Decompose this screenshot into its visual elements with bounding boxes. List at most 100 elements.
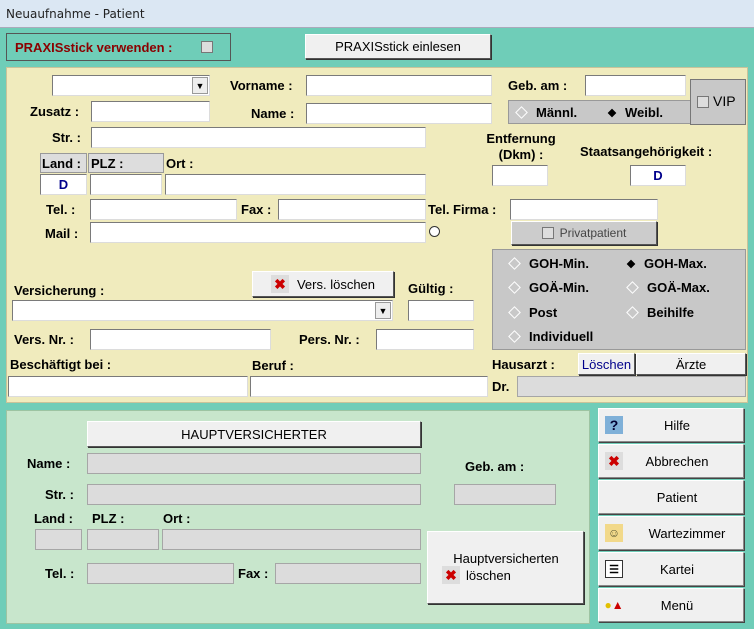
billing-option-label: GOH-Max. bbox=[644, 256, 707, 271]
hv-loeschen-line2: löschen bbox=[466, 567, 511, 583]
hausarzt-loeschen-button[interactable]: Löschen bbox=[578, 353, 635, 375]
name-input[interactable] bbox=[306, 103, 492, 124]
card-index-icon: ☰ bbox=[605, 560, 623, 578]
staat-label: Staatsangehörigkeit : bbox=[580, 144, 713, 159]
delete-x-icon: ✖ bbox=[270, 275, 289, 293]
billing-option-label: Post bbox=[529, 305, 558, 320]
hv-plz-label: PLZ : bbox=[92, 511, 125, 526]
mail-label: Mail : bbox=[45, 226, 79, 241]
beschaeftigt-input[interactable] bbox=[8, 376, 248, 397]
aerzte-button[interactable]: Ärzte bbox=[636, 353, 746, 375]
billing-goa-max-radio[interactable]: GOÄ-Max. bbox=[626, 280, 710, 295]
billing-post-radio[interactable]: Post bbox=[508, 305, 558, 320]
geb-input[interactable] bbox=[585, 75, 686, 96]
privatpatient-button[interactable]: Privatpatient bbox=[511, 221, 657, 245]
patient-label: Patient bbox=[656, 489, 698, 505]
hv-name-input[interactable] bbox=[87, 453, 421, 474]
hauptversicherter-button[interactable]: HAUPTVERSICHERTER bbox=[87, 421, 421, 447]
privatpatient-checkbox bbox=[541, 227, 554, 239]
radio-icon bbox=[508, 330, 521, 343]
chevron-down-icon[interactable]: ▼ bbox=[192, 77, 208, 94]
abbrechen-button[interactable]: ✖ Abbrechen bbox=[598, 444, 744, 478]
vers-nr-label: Vers. Nr. : bbox=[14, 332, 74, 347]
hilfe-button[interactable]: ? Hilfe bbox=[598, 408, 744, 442]
name-label: Name : bbox=[251, 106, 295, 121]
billing-option-label: GOH-Min. bbox=[529, 256, 589, 271]
salutation-select[interactable]: ▼ bbox=[52, 75, 210, 96]
fax-label: Fax : bbox=[241, 202, 272, 217]
kartei-label: Kartei bbox=[660, 561, 694, 577]
ort-input[interactable] bbox=[165, 174, 426, 195]
hv-geb-input[interactable] bbox=[454, 484, 556, 505]
billing-goa-min-radio[interactable]: GOÄ-Min. bbox=[508, 280, 589, 295]
fax-input[interactable] bbox=[278, 199, 426, 220]
staat-input[interactable]: D bbox=[630, 165, 686, 186]
billing-goh-max-radio[interactable]: GOH-Max. bbox=[626, 256, 707, 271]
wartezimmer-label: Wartezimmer bbox=[648, 525, 726, 541]
shapes-menu-icon: ● ▲ bbox=[604, 598, 624, 612]
entfernung-input[interactable] bbox=[492, 165, 548, 186]
entfernung-label: Entfernung (Dkm) : bbox=[486, 131, 556, 162]
patient-button[interactable]: Patient bbox=[598, 480, 744, 514]
chevron-down-icon[interactable]: ▼ bbox=[375, 302, 391, 319]
abbrechen-label: Abbrechen bbox=[645, 453, 709, 469]
zusatz-input[interactable] bbox=[91, 101, 210, 122]
hv-fax-input[interactable] bbox=[275, 563, 421, 584]
kartei-button[interactable]: ☰ Kartei bbox=[598, 552, 744, 586]
vip-checkbox[interactable] bbox=[697, 96, 709, 108]
hv-fax-label: Fax : bbox=[238, 566, 269, 581]
waiting-room-person-icon: ☺ bbox=[605, 524, 623, 542]
gender-male-radio[interactable]: Männl. bbox=[515, 105, 577, 120]
ort-label: Ort : bbox=[166, 156, 194, 171]
blank-icon bbox=[605, 488, 623, 506]
billing-individuell-radio[interactable]: Individuell bbox=[508, 329, 594, 344]
hv-geb-label: Geb. am : bbox=[465, 459, 525, 474]
billing-option-label: GOÄ-Max. bbox=[647, 280, 710, 295]
gender-female-radio[interactable]: Weibl. bbox=[607, 105, 664, 120]
vorname-label: Vorname : bbox=[230, 78, 293, 93]
billing-goh-min-radio[interactable]: GOH-Min. bbox=[508, 256, 589, 271]
vorname-input[interactable] bbox=[306, 75, 492, 96]
tel-input[interactable] bbox=[90, 199, 237, 220]
str-input[interactable] bbox=[91, 127, 426, 148]
tel-firma-input[interactable] bbox=[510, 199, 658, 220]
hv-land-input[interactable] bbox=[35, 529, 82, 550]
radio-icon bbox=[508, 281, 521, 294]
praxisstick-read-button[interactable]: PRAXISstick einlesen bbox=[305, 34, 491, 59]
pers-nr-label: Pers. Nr. : bbox=[299, 332, 360, 347]
pers-nr-input[interactable] bbox=[376, 329, 474, 350]
mail-radio-icon[interactable] bbox=[429, 226, 440, 237]
billing-beihilfe-radio[interactable]: Beihilfe bbox=[626, 305, 694, 320]
versicherung-select[interactable]: ▼ bbox=[12, 300, 393, 321]
gueltig-input[interactable] bbox=[408, 300, 474, 321]
praxisstick-checkbox[interactable] bbox=[201, 41, 213, 53]
billing-option-label: Individuell bbox=[529, 329, 594, 344]
hv-str-input[interactable] bbox=[87, 484, 421, 505]
radio-icon bbox=[626, 281, 639, 294]
beschaeftigt-label: Beschäftigt bei : bbox=[10, 357, 112, 372]
mail-input[interactable] bbox=[90, 222, 426, 243]
vers-nr-input[interactable] bbox=[90, 329, 271, 350]
hv-plz-input[interactable] bbox=[87, 529, 159, 550]
hv-tel-input[interactable] bbox=[87, 563, 234, 584]
billing-option-label: Beihilfe bbox=[647, 305, 694, 320]
vers-loeschen-button[interactable]: ✖ Vers. löschen bbox=[252, 271, 394, 297]
hv-land-label: Land : bbox=[34, 511, 73, 526]
menue-button[interactable]: ● ▲ Menü bbox=[598, 588, 744, 622]
beruf-input[interactable] bbox=[250, 376, 488, 397]
wartezimmer-button[interactable]: ☺ Wartezimmer bbox=[598, 516, 744, 550]
gender-female-label: Weibl. bbox=[625, 105, 664, 120]
land-label: Land : bbox=[42, 156, 81, 171]
privatpatient-label: Privatpatient bbox=[559, 226, 627, 240]
plz-input[interactable] bbox=[90, 174, 162, 195]
hv-ort-input[interactable] bbox=[162, 529, 421, 550]
vip-label: VIP bbox=[713, 93, 736, 109]
vers-loeschen-label: Vers. löschen bbox=[296, 276, 376, 292]
hv-loeschen-button[interactable]: Hauptversicherten ✖ löschen bbox=[427, 531, 584, 604]
radio-selected-icon bbox=[626, 259, 636, 268]
praxisstick-box: PRAXISstick verwenden : bbox=[6, 33, 231, 61]
billing-option-label: GOÄ-Min. bbox=[529, 280, 589, 295]
menue-label: Menü bbox=[660, 597, 694, 613]
hausarzt-input[interactable] bbox=[517, 376, 746, 397]
land-input[interactable]: D bbox=[40, 174, 87, 195]
